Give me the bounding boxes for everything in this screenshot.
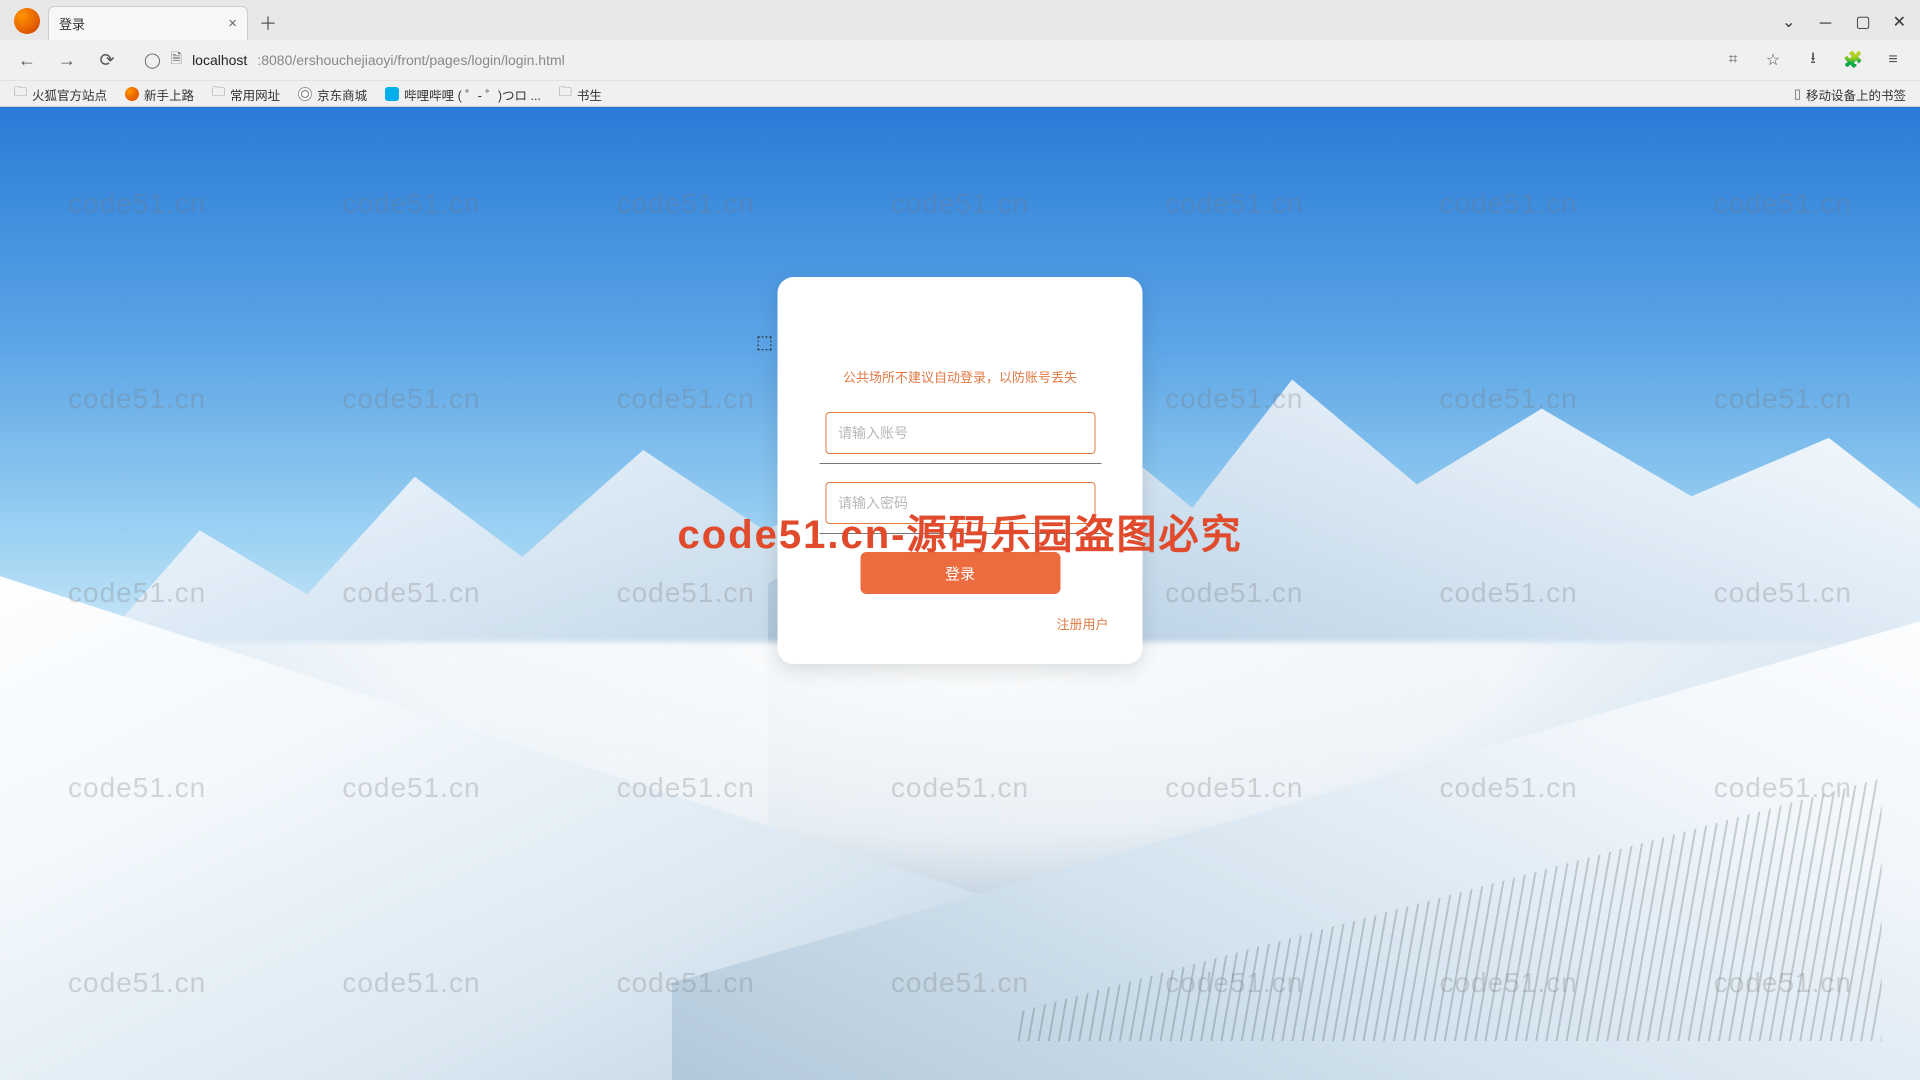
extensions-icon[interactable]: 🧩 (1840, 47, 1866, 73)
folder-icon: 🗀 (559, 83, 572, 105)
window-close-icon[interactable]: ✕ (1893, 12, 1906, 32)
new-tab-button[interactable]: ＋ (254, 9, 282, 37)
bookmark-firefox-official[interactable]: 🗀火狐官方站点 (14, 83, 107, 105)
bookmark-jd[interactable]: 京东商城 (298, 85, 367, 104)
qr-scan-icon[interactable]: ⌗ (1720, 47, 1746, 73)
nav-forward-button[interactable]: → (54, 47, 80, 73)
firefox-logo-icon (14, 8, 40, 34)
register-link[interactable]: 注册用户 (1056, 617, 1108, 632)
bilibili-favicon-icon (385, 87, 399, 101)
password-field-wrap (825, 482, 1095, 524)
url-input[interactable]: ◯ 🗎 localhost :8080/ershouchejiaoyi/front… (134, 45, 1706, 75)
password-input[interactable] (825, 482, 1095, 524)
folder-icon: 🗀 (212, 83, 225, 105)
tracking-shield-icon[interactable]: ◯ (144, 51, 161, 69)
username-input[interactable] (825, 412, 1095, 454)
tab-bar: 登录 × ＋ ⌄ － ▢ ✕ (0, 0, 1920, 40)
downloads-icon[interactable]: ⭳ (1800, 47, 1826, 73)
login-tip: 公共场所不建议自动登录，以防账号丢失 (806, 367, 1115, 386)
app-menu-icon[interactable]: ≡ (1880, 47, 1906, 73)
firefox-favicon-icon (125, 87, 139, 101)
bookmark-getting-started[interactable]: 新手上路 (125, 85, 194, 104)
bookmarks-toolbar: 🗀火狐官方站点 新手上路 🗀常用网址 京东商城 哔哩哔哩 ( ゜- ゜)つロ .… (0, 80, 1920, 107)
mobile-icon: ▯ (1794, 86, 1801, 102)
bookmark-common-urls[interactable]: 🗀常用网址 (212, 83, 280, 105)
address-bar: ← → ⟳ ◯ 🗎 localhost :8080/ershouchejiaoyi… (0, 40, 1920, 80)
browser-chrome: 登录 × ＋ ⌄ － ▢ ✕ ← → ⟳ ◯ 🗎 localhost :8080/… (0, 0, 1920, 107)
bookmark-star-icon[interactable]: ☆ (1760, 47, 1786, 73)
url-host: localhost (192, 52, 247, 68)
username-field-wrap (825, 412, 1095, 454)
url-path: :8080/ershouchejiaoyi/front/pages/login/… (257, 52, 564, 68)
tab-close-icon[interactable]: × (228, 15, 237, 32)
bookmark-mobile-bookmarks[interactable]: ▯移动设备上的书签 (1794, 85, 1906, 104)
nav-reload-button[interactable]: ⟳ (94, 47, 120, 73)
jd-favicon-icon (298, 87, 312, 101)
login-button[interactable]: 登录 (860, 552, 1060, 594)
register-row: 注册用户 (806, 614, 1115, 634)
tabs-dropdown-icon[interactable]: ⌄ (1782, 12, 1795, 32)
window-restore-icon[interactable]: ▢ (1855, 12, 1870, 32)
login-card: 公共场所不建议自动登录，以防账号丢失 登录 注册用户 (778, 277, 1143, 664)
folder-icon: 🗀 (14, 83, 27, 105)
tab-title: 登录 (59, 14, 85, 33)
window-controls: ⌄ － ▢ ✕ (1782, 10, 1920, 34)
bookmark-bilibili[interactable]: 哔哩哔哩 ( ゜- ゜)つロ ... (385, 85, 541, 104)
window-minimize-icon[interactable]: － (1817, 10, 1833, 34)
tab-active[interactable]: 登录 × (48, 6, 248, 40)
page-viewport: code51.cncode51.cncode51.cncode51.cncode… (0, 107, 1920, 1080)
bookmark-shusheng[interactable]: 🗀书生 (559, 83, 602, 105)
nav-back-button[interactable]: ← (14, 47, 40, 73)
site-info-icon[interactable]: 🗎 (171, 48, 182, 72)
